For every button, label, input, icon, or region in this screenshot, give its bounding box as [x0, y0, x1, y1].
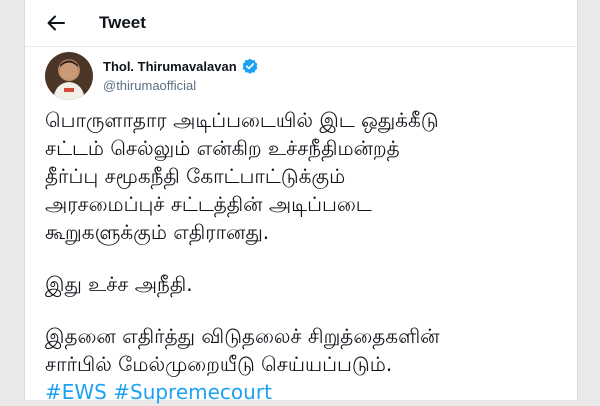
tweet-line: பொருளாதார அடிப்படையில் இட ஒதுக்கீடு: [45, 108, 439, 132]
tweet-card: Tweet Thol. Thirumavalavan @thirumaoffic…: [24, 0, 578, 404]
avatar[interactable]: [45, 52, 93, 100]
tweet-line: சட்டம் செல்லும் என்கிற உச்சநீதிமன்றத்: [45, 136, 400, 160]
page-title: Tweet: [99, 13, 146, 32]
author-handle[interactable]: @thirumaofficial: [103, 78, 196, 93]
author-name[interactable]: Thol. Thirumavalavan: [103, 59, 237, 74]
tweet-line: இதனை எதிர்த்து விடுதலைச் சிறுத்தைகளின்: [45, 324, 440, 348]
back-arrow-icon[interactable]: [45, 12, 67, 34]
hashtag-row: #EWS #Supremecourt: [45, 378, 565, 406]
tweet-line: சார்பில் மேல்முறையீடு செய்யப்படும்.: [45, 352, 393, 376]
hashtag-link-ews[interactable]: #EWS: [45, 380, 107, 404]
tweet-line: கூறுகளுக்கும் எதிரானது.: [45, 220, 270, 244]
tweet-text: பொருளாதார அடிப்படையில் இட ஒதுக்கீடு சட்ட…: [45, 106, 565, 406]
page-header: Tweet: [25, 0, 577, 47]
verified-badge-icon: [242, 58, 258, 74]
hashtag-link-supremecourt[interactable]: #Supremecourt: [113, 380, 272, 404]
tweet-line: இது உச்ச அநீதி.: [45, 272, 193, 296]
tweet-line: அரசமைப்புச் சட்டத்தின் அடிப்படை: [45, 192, 372, 216]
tweet-line: தீர்ப்பு சமூகநீதி கோட்பாட்டுக்கும்: [45, 164, 346, 188]
